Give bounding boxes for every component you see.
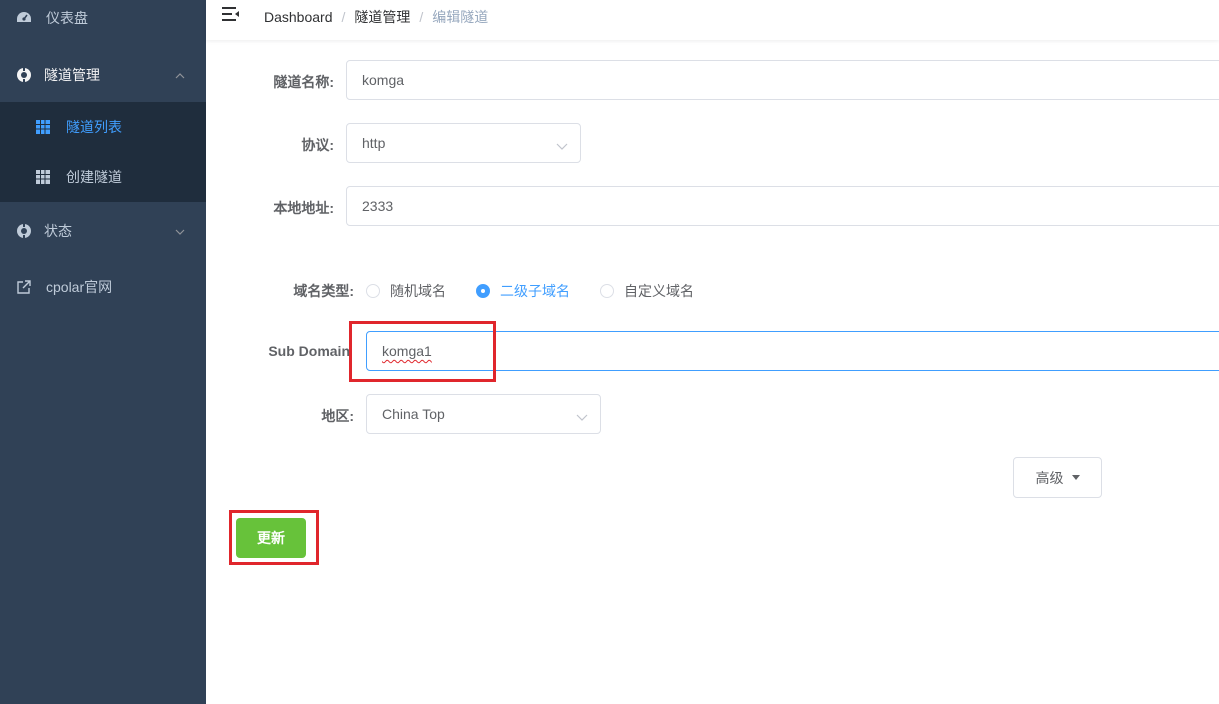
sidebar-item-create-tunnel[interactable]: 创建隧道 [0, 152, 206, 202]
sidebar-item-label: 创建隧道 [66, 169, 122, 185]
local-address-label: 本地地址: [273, 200, 334, 216]
sidebar-item-cpolar-website[interactable]: cpolar官网 [0, 259, 206, 315]
radio-custom-domain[interactable]: 自定义域名 [600, 281, 694, 301]
region-select[interactable]: China Top [366, 394, 601, 434]
tunnel-name-input[interactable]: komga [346, 60, 1219, 100]
sidebar-item-label: cpolar官网 [46, 279, 113, 295]
radio-label: 随机域名 [390, 283, 446, 299]
subdomain-label: Sub Domain [268, 343, 350, 359]
chevron-down-icon [174, 225, 186, 237]
protocol-value: http [362, 135, 386, 151]
domain-type-label: 域名类型: [293, 283, 354, 299]
navbar: Dashboard / 隧道管理 / 编辑隧道 [206, 0, 1219, 40]
local-address-value: 2333 [362, 198, 394, 214]
chevron-down-icon [556, 138, 568, 150]
chevron-down-icon [576, 409, 588, 421]
radio-label: 二级子域名 [500, 283, 570, 299]
radio-label: 自定义域名 [624, 283, 694, 299]
tunnel-name-value: komga [362, 72, 405, 88]
local-address-input[interactable]: 2333 [346, 186, 1219, 226]
dashboard-icon [16, 10, 32, 26]
protocol-select[interactable]: http [346, 123, 581, 163]
sidebar-item-status[interactable]: 状态 [0, 203, 206, 259]
advanced-label: 高级 [1035, 469, 1064, 486]
sidebar-item-tunnel-management[interactable]: 隧道管理 [0, 47, 206, 103]
breadcrumb-separator: / [419, 9, 424, 25]
radio-circle [366, 284, 380, 298]
caret-down-icon [1071, 475, 1080, 480]
sidebar: 仪表盘 隧道管理 隧道列表 创建隧道 状态 cpolar官网 [0, 0, 206, 704]
breadcrumb-separator: / [341, 9, 346, 25]
table-icon [36, 170, 50, 184]
chevron-up-icon [174, 69, 186, 81]
external-link-icon [16, 279, 32, 295]
radio-circle [600, 284, 614, 298]
breadcrumb-item-edit-tunnel: 编辑隧道 [432, 9, 489, 25]
sidebar-item-label: 隧道管理 [44, 67, 100, 83]
tunnel-icon [16, 67, 32, 83]
advanced-button[interactable]: 高级 [1013, 457, 1102, 498]
radio-circle [476, 284, 490, 298]
highlight-box-subdomain [349, 321, 496, 382]
status-icon [16, 223, 32, 239]
sidebar-item-label: 隧道列表 [66, 119, 122, 135]
region-value: China Top [382, 406, 445, 422]
sidebar-item-dashboard[interactable]: 仪表盘 [0, 0, 206, 46]
table-icon [36, 120, 50, 134]
radio-random-domain[interactable]: 随机域名 [366, 281, 446, 301]
sidebar-item-label: 仪表盘 [46, 10, 88, 26]
tunnel-name-label: 隧道名称: [273, 74, 334, 90]
breadcrumb-item-tunnel-management[interactable]: 隧道管理 [354, 7, 410, 27]
protocol-label: 协议: [301, 137, 334, 153]
breadcrumb-item-dashboard[interactable]: Dashboard [264, 9, 333, 25]
breadcrumb: Dashboard / 隧道管理 / 编辑隧道 [264, 7, 488, 27]
hamburger-icon[interactable] [222, 6, 242, 24]
sidebar-item-label: 状态 [44, 223, 72, 239]
region-label: 地区: [321, 408, 354, 424]
sidebar-item-tunnel-list[interactable]: 隧道列表 [0, 102, 206, 152]
update-button[interactable]: 更新 [236, 518, 306, 558]
radio-subdomain[interactable]: 二级子域名 [476, 281, 570, 301]
